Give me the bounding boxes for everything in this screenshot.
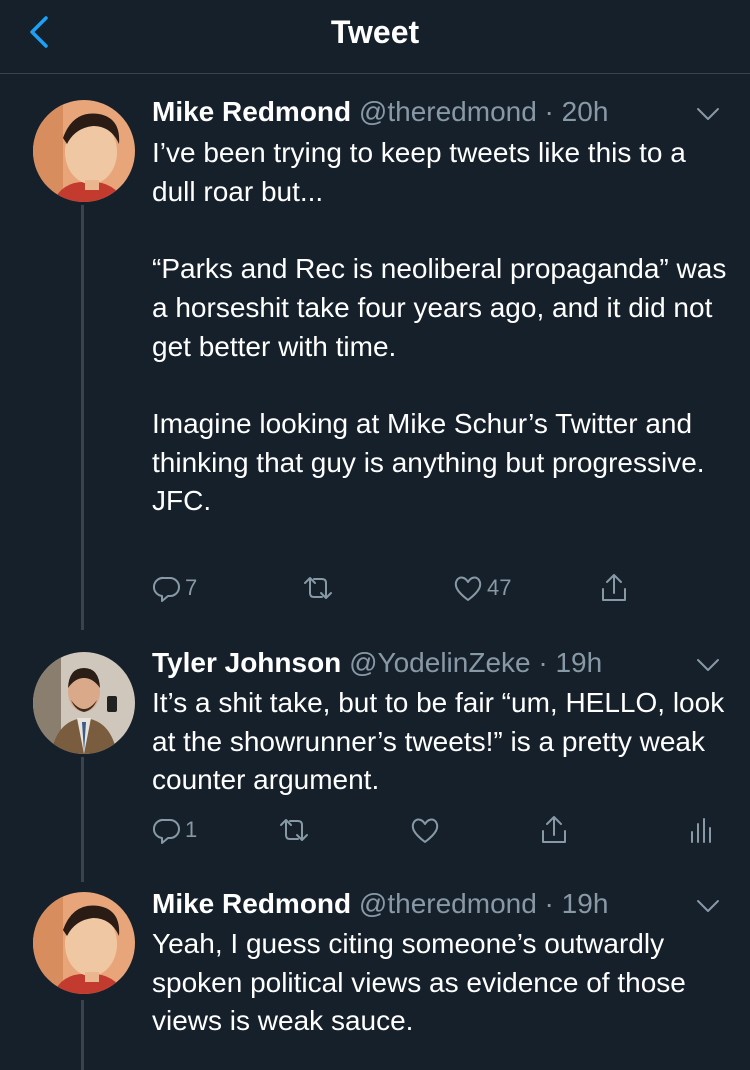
avatar[interactable] — [33, 652, 135, 754]
like-icon — [411, 818, 439, 843]
like-count: 47 — [487, 575, 512, 600]
author-handle[interactable]: @theredmond — [359, 96, 537, 127]
like-button[interactable]: 47 — [452, 570, 511, 606]
author-name[interactable]: Tyler Johnson — [152, 647, 341, 678]
caret-down-icon — [697, 659, 719, 671]
thread-line — [81, 205, 84, 630]
tweet-actions: 1 — [0, 812, 750, 852]
reply-icon — [153, 576, 180, 602]
retweet-icon — [280, 819, 308, 841]
caret-down-icon — [697, 900, 719, 912]
tweet-time[interactable]: 19h — [562, 888, 609, 919]
reply-button[interactable]: 1 — [152, 812, 197, 848]
tweet-menu-button[interactable] — [694, 655, 722, 675]
tweet-paragraph: I’ve been trying to keep tweets like thi… — [152, 137, 686, 207]
share-button[interactable] — [538, 812, 570, 848]
reply-count: 7 — [185, 575, 198, 600]
reply-icon — [153, 818, 180, 844]
tweet-text: I’ve been trying to keep tweets like thi… — [152, 134, 732, 521]
share-icon — [602, 574, 626, 601]
tweet-text: It’s a shit take, but to be fair “um, HE… — [152, 684, 732, 800]
like-button[interactable] — [409, 812, 441, 848]
share-button[interactable] — [598, 570, 630, 606]
like-icon — [454, 576, 482, 601]
tweet-time[interactable]: 20h — [562, 96, 609, 127]
separator-dot: · — [536, 888, 562, 919]
author-name[interactable]: Mike Redmond — [152, 96, 351, 127]
tweet-paragraph: Yeah, I guess citing someone’s outwardly… — [152, 928, 686, 1037]
tweet-paragraph: “Parks and Rec is neoliberal propaganda”… — [152, 253, 727, 362]
tweet-header: Mike Redmond @theredmond · 20h — [152, 94, 608, 130]
reply-count: 1 — [185, 817, 198, 842]
avatar[interactable] — [33, 892, 135, 994]
tweet-menu-button[interactable] — [694, 896, 722, 916]
avatar[interactable] — [33, 100, 135, 202]
analytics-button[interactable] — [688, 812, 712, 848]
tweet-time[interactable]: 19h — [555, 647, 602, 678]
tweet-actions: 7 47 — [0, 570, 750, 610]
analytics-icon — [691, 818, 711, 843]
tweet-header: Tyler Johnson @YodelinZeke · 19h — [152, 645, 602, 681]
separator-dot: · — [536, 96, 562, 127]
retweet-button[interactable] — [300, 570, 336, 606]
tweet-menu-button[interactable] — [694, 104, 722, 124]
author-handle[interactable]: @YodelinZeke — [349, 647, 531, 678]
author-handle[interactable]: @theredmond — [359, 888, 537, 919]
retweet-button[interactable] — [276, 812, 312, 848]
tweet-paragraph: It’s a shit take, but to be fair “um, HE… — [152, 687, 725, 796]
thread-line — [81, 1000, 84, 1070]
top-bar: Tweet — [0, 0, 750, 74]
tweet-text: Yeah, I guess citing someone’s outwardly… — [152, 925, 732, 1041]
retweet-icon — [304, 577, 332, 599]
tweet-header: Mike Redmond @theredmond · 19h — [152, 886, 608, 922]
reply-button[interactable]: 7 — [152, 570, 197, 606]
tweet-paragraph: Imagine looking at Mike Schur’s Twitter … — [152, 407, 705, 517]
author-name[interactable]: Mike Redmond — [152, 888, 351, 919]
page-title: Tweet — [330, 14, 420, 50]
caret-down-icon — [697, 108, 719, 120]
share-icon — [542, 816, 566, 843]
separator-dot: · — [530, 647, 556, 678]
